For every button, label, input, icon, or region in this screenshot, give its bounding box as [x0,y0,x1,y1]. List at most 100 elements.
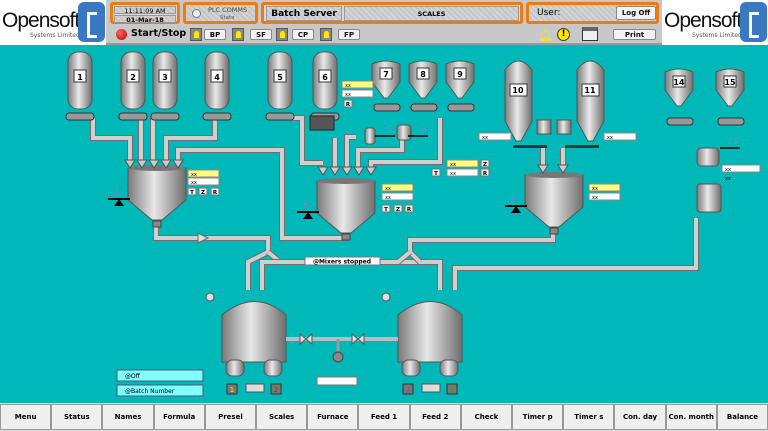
weigh-hopper [524,174,584,228]
logo-text: Opensoft [664,9,742,32]
scale-number: 4 [422,126,427,134]
hopper-top [525,172,583,178]
screw-conveyor [202,112,232,121]
clock-date: 01-Mar-18 [114,15,176,24]
logo-mark-icon [78,2,105,42]
t-button-label: T [384,207,388,213]
plc-comms-box: PLC COMMS State [183,2,258,24]
tank-leg [263,359,283,377]
value-text: xx [592,186,598,192]
alarm-bell-icon[interactable]: 🔔︎ [538,28,553,42]
scale-icon [303,212,313,219]
silo [504,60,533,142]
nav-button-balance[interactable]: Balance [716,404,768,430]
fp-button[interactable]: FP [338,29,360,40]
nav-button-check[interactable]: Check [460,404,513,430]
value-text: xx [450,162,456,168]
nav-button-names[interactable]: Names [102,404,154,430]
z-button-label: Z [396,207,400,213]
screw-conveyor [118,112,148,121]
pump-icon [421,383,441,393]
value-text: xx [191,180,197,186]
drain-valve-icon[interactable] [332,351,344,363]
bell-icon[interactable] [232,28,244,41]
pipe [345,135,356,167]
plc-status-led-icon [192,9,201,18]
tank-tag: 2 [274,386,278,394]
hopper-top [317,178,375,184]
scale-number: 3 [511,196,515,204]
cp-button[interactable]: CP [292,29,314,40]
hopper-outlet [152,220,162,228]
pipe [164,118,217,160]
screw-conveyor [666,117,694,126]
value-text: xx [191,172,197,178]
feeder [536,119,552,135]
nav-button-feed-2[interactable]: Feed 2 [409,404,461,430]
nav-button-con-day[interactable]: Con. day [614,404,666,430]
server-name: Batch Server [266,6,342,21]
weigh-hopper [127,167,187,221]
silo-number: 10 [512,86,524,95]
printer-icon[interactable] [582,27,598,41]
belt-conveyor [565,145,599,148]
header-panel: 11:11:09 AM 01-Mar-18 PLC COMMS State Ba… [106,0,662,45]
valve-icon[interactable] [351,332,365,346]
nav-button-con-month[interactable]: Con. month [665,404,717,430]
inlet-arrow-icon [365,166,377,176]
hopper-number: 15 [724,78,736,87]
belt-conveyor [513,145,547,148]
feeder [556,119,572,135]
nav-button-presel[interactable]: Presel [204,404,257,430]
nav-button-timer-s[interactable]: Timer s [563,404,615,430]
value-text: xx [450,171,456,177]
bell-icon[interactable] [276,28,288,41]
hopper-number: 9 [457,70,463,79]
nav-button-formula[interactable]: Formula [153,404,205,430]
process-area: 1 2 3 4 5 6 7 8 9 14 15 10 11 1 5 3 2 4 6 1 2 3 4 xx xx xx xx xx xx… [0,45,768,403]
value-text: xx [607,135,613,141]
bell-icon[interactable] [320,28,332,41]
logo-right: Opensoft Systems Limited [662,0,768,45]
inlet-arrow-icon [317,166,329,176]
nav-button-furnace[interactable]: Furnace [307,404,359,430]
dosing-hopper [364,127,376,145]
valve-icon[interactable] [299,332,313,346]
start-stop-button[interactable]: Start/Stop [131,28,186,39]
nav-button-scales[interactable]: Scales [256,404,308,430]
hopper-number: 8 [420,70,426,79]
plc-comms-label: PLC COMMS [208,6,248,14]
silo-number: 1 [77,73,83,82]
bp-button[interactable]: BP [204,29,226,40]
warning-icon[interactable]: ! [557,28,570,41]
hopper-outlet [341,233,351,241]
inlet-arrow-icon [329,166,341,176]
value-text: xx [592,195,598,201]
start-stop-indicator-icon[interactable] [116,29,127,40]
batch-number-field: @Batch Number [125,388,175,395]
tank-tag: 4 [450,386,455,394]
fan-icon [205,292,215,302]
screw-conveyor [65,112,95,121]
process-diagram: 1 2 3 4 5 6 7 8 914 1510 111532 461 2 3 4 xxxxxxxxxxxx… [65,51,761,397]
silo-number: 3 [162,73,168,82]
nav-button-status[interactable]: Status [51,404,103,430]
t-button-label: T [190,190,194,196]
bell-icon[interactable] [190,28,202,41]
screw-conveyor [373,103,401,112]
tank-leg [439,359,459,377]
nav-button-timer-p[interactable]: Timer p [512,404,564,430]
pipe [453,218,698,290]
nav-button-menu[interactable]: Menu [0,404,52,430]
t-button-label: T [434,171,438,177]
scale-number: 2 [389,126,393,134]
sf-button[interactable]: SF [250,29,272,40]
logoff-button[interactable]: Log Off [616,6,656,20]
value-text: xx [345,92,351,98]
nav-button-feed-1[interactable]: Feed 1 [358,404,410,430]
silo-number: 5 [277,73,283,82]
user-label: User: [537,8,561,18]
print-button[interactable]: Print [613,29,656,40]
dosing-hopper [696,147,720,167]
tank-tag: 3 [406,386,410,394]
